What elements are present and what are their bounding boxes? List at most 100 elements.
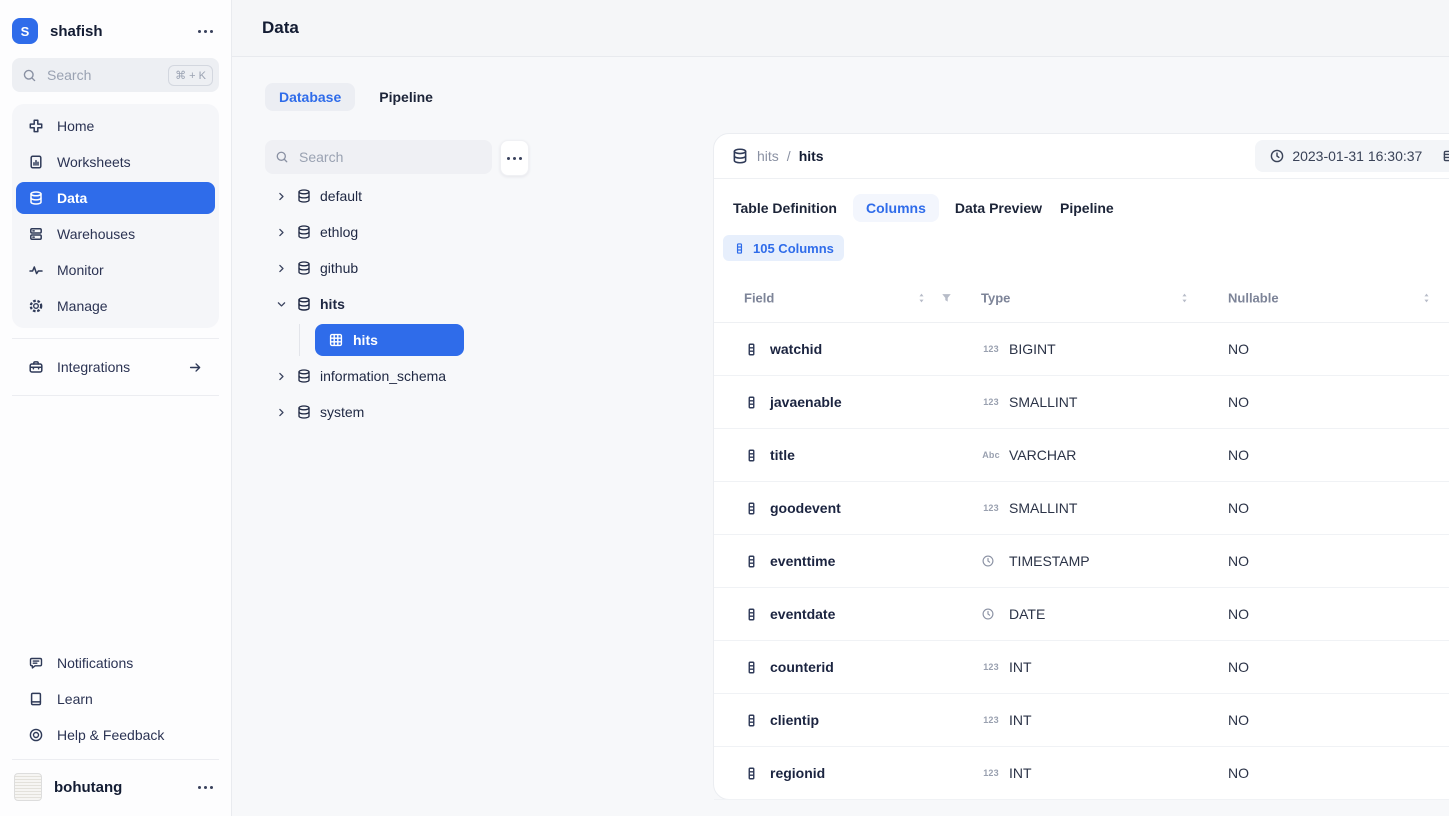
tree-item-hits-table-selected[interactable]: hits xyxy=(315,324,464,356)
field-name: javaenable xyxy=(770,394,842,410)
tree-item-default[interactable]: default xyxy=(265,178,481,214)
sidebar-item-warehouses[interactable]: Warehouses xyxy=(12,216,219,252)
tab-pipeline[interactable]: Pipeline xyxy=(1058,194,1116,222)
database-icon xyxy=(296,296,312,312)
help-icon xyxy=(28,727,44,743)
tree-item-github[interactable]: github xyxy=(265,250,481,286)
warehouses-icon xyxy=(28,226,44,242)
user-avatar[interactable] xyxy=(14,773,42,801)
header-nullable[interactable]: Nullable xyxy=(1228,291,1279,306)
tab-pipeline[interactable]: Pipeline xyxy=(377,83,435,111)
tree-item-label: default xyxy=(320,188,362,204)
home-icon xyxy=(28,118,44,134)
nullable-value: NO xyxy=(1228,500,1249,516)
tree-item-hits[interactable]: hits xyxy=(265,286,481,322)
tree-item-system[interactable]: system xyxy=(265,394,481,430)
sidebar-item-notifications[interactable]: Notifications xyxy=(12,645,219,681)
numeric-type-icon: 123 xyxy=(981,715,1001,725)
tab-columns[interactable]: Columns xyxy=(853,194,939,222)
column-icon xyxy=(744,713,759,728)
database-icon xyxy=(296,260,312,276)
table-row[interactable]: regionid 123INT NO 0 xyxy=(714,747,1449,800)
sidebar-item-data[interactable]: Data xyxy=(16,182,215,214)
table-row[interactable]: eventdate DATE NO 1970-01-01 xyxy=(714,588,1449,641)
tree-search-input[interactable] xyxy=(297,148,482,166)
type-value: INT xyxy=(1009,712,1032,728)
global-search-input[interactable] xyxy=(45,66,160,84)
column-icon xyxy=(744,607,759,622)
database-icon xyxy=(296,188,312,204)
workspace-menu-button[interactable] xyxy=(192,24,219,39)
tab-table-definition[interactable]: Table Definition xyxy=(731,194,839,222)
divider xyxy=(12,395,219,396)
nullable-value: NO xyxy=(1228,394,1249,410)
type-value: INT xyxy=(1009,765,1032,781)
filter-icon[interactable] xyxy=(940,292,953,305)
date-type-icon xyxy=(981,607,1001,621)
search-shortcut-badge: ⌘ + K xyxy=(168,65,213,86)
table-row[interactable]: goodevent 123SMALLINT NO 0 xyxy=(714,482,1449,535)
sidebar-item-manage[interactable]: Manage xyxy=(12,288,219,324)
tree-child-row: hits xyxy=(265,322,481,358)
table-row[interactable]: watchid 123BIGINT NO 0 xyxy=(714,323,1449,376)
global-search[interactable]: ⌘ + K xyxy=(12,58,219,92)
column-icon xyxy=(744,766,759,781)
type-value: BIGINT xyxy=(1009,341,1056,357)
tree-search[interactable] xyxy=(265,140,492,174)
table-row[interactable]: clientip 123INT NO 0 xyxy=(714,694,1449,747)
table-row[interactable]: title AbcVARCHAR NO "" xyxy=(714,429,1449,482)
columns-count-badge: 105 Columns xyxy=(723,235,844,261)
sidebar-item-label: Manage xyxy=(57,298,108,314)
table-row[interactable]: counterid 123INT NO 0 xyxy=(714,641,1449,694)
sidebar-item-learn[interactable]: Learn xyxy=(12,681,219,717)
tab-data-preview[interactable]: Data Preview xyxy=(953,194,1044,222)
page-header: Data xyxy=(232,0,1449,57)
header-type[interactable]: Type xyxy=(981,291,1010,306)
type-value: DATE xyxy=(1009,606,1045,622)
meta-updated-value: 2023-01-31 16:30:37 xyxy=(1292,148,1422,164)
sidebar-item-worksheets[interactable]: Worksheets xyxy=(12,144,219,180)
tree-item-information-schema[interactable]: information_schema xyxy=(265,358,481,394)
sort-icon[interactable] xyxy=(1178,292,1191,305)
tree-more-button[interactable] xyxy=(500,140,529,176)
sidebar-item-integrations[interactable]: Integrations xyxy=(12,349,219,385)
chevron-right-icon[interactable] xyxy=(275,262,288,275)
sidebar-item-home[interactable]: Home xyxy=(12,108,219,144)
sort-icon[interactable] xyxy=(1420,292,1433,305)
tab-database[interactable]: Database xyxy=(265,83,355,111)
numeric-type-icon: 123 xyxy=(981,397,1001,407)
tree-item-ethlog[interactable]: ethlog xyxy=(265,214,481,250)
chevron-right-icon[interactable] xyxy=(275,190,288,203)
field-name: eventdate xyxy=(770,606,835,622)
chevron-right-icon[interactable] xyxy=(275,370,288,383)
database-tree: default ethlog github hits xyxy=(265,140,481,430)
breadcrumb-database[interactable]: hits xyxy=(757,148,779,164)
database-icon xyxy=(731,147,749,165)
header-field[interactable]: Field xyxy=(744,291,774,306)
table-row[interactable]: javaenable 123SMALLINT NO 0 xyxy=(714,376,1449,429)
table-row[interactable]: eventtime TIMESTAMP NO 1970-01-01 00:00:… xyxy=(714,535,1449,588)
search-icon xyxy=(275,150,289,164)
sidebar-item-help-feedback[interactable]: Help & Feedback xyxy=(12,717,219,753)
column-icon xyxy=(744,501,759,516)
table-grid-icon xyxy=(328,332,344,348)
ellipsis-icon xyxy=(501,151,528,166)
nullable-value: NO xyxy=(1228,341,1249,357)
nullable-value: NO xyxy=(1228,447,1249,463)
columns-grid: Field Type Nullable default watchid 123B… xyxy=(714,274,1449,800)
chevron-right-icon[interactable] xyxy=(275,406,288,419)
tree-item-label: information_schema xyxy=(320,368,446,384)
chevron-right-icon[interactable] xyxy=(275,226,288,239)
numeric-type-icon: 123 xyxy=(981,768,1001,778)
chevron-down-icon[interactable] xyxy=(275,298,288,311)
page-title: Data xyxy=(262,18,299,38)
sort-icon[interactable] xyxy=(915,292,928,305)
user-menu-button[interactable] xyxy=(192,780,219,795)
workspace-avatar[interactable]: S xyxy=(12,18,38,44)
sidebar-item-label: Worksheets xyxy=(57,154,131,170)
type-value: SMALLINT xyxy=(1009,394,1077,410)
sidebar-item-label: Monitor xyxy=(57,262,104,278)
rows-icon xyxy=(1442,148,1449,164)
sidebar-item-monitor[interactable]: Monitor xyxy=(12,252,219,288)
arrow-right-icon xyxy=(188,360,203,375)
